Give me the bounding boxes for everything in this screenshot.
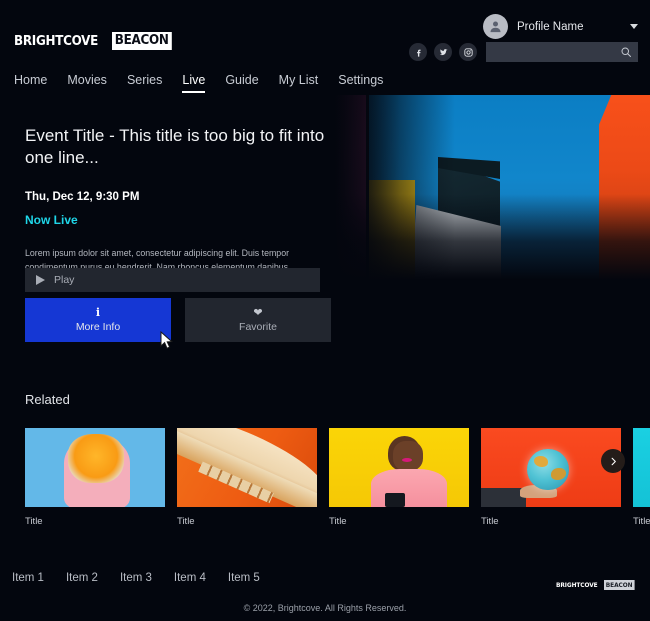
related-card-title: Title (481, 516, 621, 527)
chevron-right-icon (608, 456, 619, 467)
footer-logo-secondary: BEACON (604, 580, 634, 590)
twitter-icon[interactable] (434, 43, 452, 61)
site-header: BRIGHTCOVE BEACON Profile Name Home Movi… (0, 0, 650, 95)
footer-link-item-2[interactable]: Item 2 (66, 572, 98, 584)
footer-link-item-4[interactable]: Item 4 (174, 572, 206, 584)
nav-item-movies[interactable]: Movies (67, 73, 107, 93)
related-card[interactable]: Title (633, 428, 650, 527)
info-icon: i (96, 307, 100, 318)
footer-logo-primary: BRIGHTCOVE (556, 581, 598, 589)
footer-link-item-5[interactable]: Item 5 (228, 572, 260, 584)
favorite-button[interactable]: ❤ Favorite (185, 298, 331, 342)
site-footer: Item 1 Item 2 Item 3 Item 4 Item 5 BRIGH… (0, 548, 650, 621)
play-icon (36, 275, 45, 285)
hero-action-buttons: i More Info ❤ Favorite (25, 298, 331, 342)
related-thumbnail (633, 428, 650, 507)
related-thumbnail (25, 428, 165, 507)
nav-item-my-list[interactable]: My List (279, 73, 319, 93)
related-card-title: Title (177, 516, 317, 527)
copyright-text: © 2022, Brightcove. All Rights Reserved. (0, 603, 650, 613)
nav-item-settings[interactable]: Settings (338, 73, 383, 93)
nav-item-guide[interactable]: Guide (225, 73, 258, 93)
hero-image-left-fade (335, 95, 455, 280)
related-rail: Title Title Title Title Title (25, 428, 650, 527)
carousel-next-button[interactable] (601, 449, 625, 473)
related-thumbnail (177, 428, 317, 507)
related-card[interactable]: Title (329, 428, 469, 527)
related-card[interactable]: Title (177, 428, 317, 527)
nav-item-home[interactable]: Home (14, 73, 47, 93)
profile-menu[interactable]: Profile Name (483, 14, 638, 39)
related-card[interactable]: Title (25, 428, 165, 527)
chevron-down-icon[interactable] (630, 24, 638, 29)
main-navigation: Home Movies Series Live Guide My List Se… (14, 73, 383, 93)
heart-icon: ❤ (253, 307, 262, 318)
footer-logo[interactable]: BRIGHTCOVE BEACON (556, 580, 638, 590)
brand-logo[interactable]: BRIGHTCOVE BEACON (14, 32, 177, 50)
related-heading: Related (25, 392, 70, 407)
header-utilities (409, 42, 638, 62)
nav-item-series[interactable]: Series (127, 73, 162, 93)
play-button[interactable]: Play (25, 268, 320, 292)
hero-image (335, 95, 650, 280)
footer-link-item-3[interactable]: Item 3 (120, 572, 152, 584)
avatar (483, 14, 508, 39)
related-card-title: Title (329, 516, 469, 527)
related-thumbnail (481, 428, 621, 507)
related-thumbnail (329, 428, 469, 507)
nav-item-live[interactable]: Live (182, 73, 205, 93)
more-info-button-label: More Info (76, 321, 120, 333)
search-icon[interactable] (620, 46, 632, 58)
search-box[interactable] (486, 42, 638, 62)
hero-live-badge: Now Live (25, 213, 325, 227)
facebook-icon[interactable] (409, 43, 427, 61)
profile-name: Profile Name (517, 21, 621, 33)
brand-logo-secondary: BEACON (112, 32, 171, 50)
related-card-title: Title (633, 516, 650, 527)
related-card-title: Title (25, 516, 165, 527)
instagram-icon[interactable] (459, 43, 477, 61)
hero-date: Thu, Dec 12, 9:30 PM (25, 191, 325, 203)
hero-content: Event Title - This title is too big to f… (25, 125, 325, 288)
footer-link-item-1[interactable]: Item 1 (12, 572, 44, 584)
more-info-button[interactable]: i More Info (25, 298, 171, 342)
play-button-label: Play (54, 274, 74, 286)
related-card[interactable]: Title (481, 428, 621, 527)
footer-links: Item 1 Item 2 Item 3 Item 4 Item 5 (12, 572, 260, 584)
search-input[interactable] (486, 42, 638, 62)
brand-logo-primary: BRIGHTCOVE (14, 34, 98, 49)
favorite-button-label: Favorite (239, 321, 277, 333)
hero-title: Event Title - This title is too big to f… (25, 125, 325, 170)
